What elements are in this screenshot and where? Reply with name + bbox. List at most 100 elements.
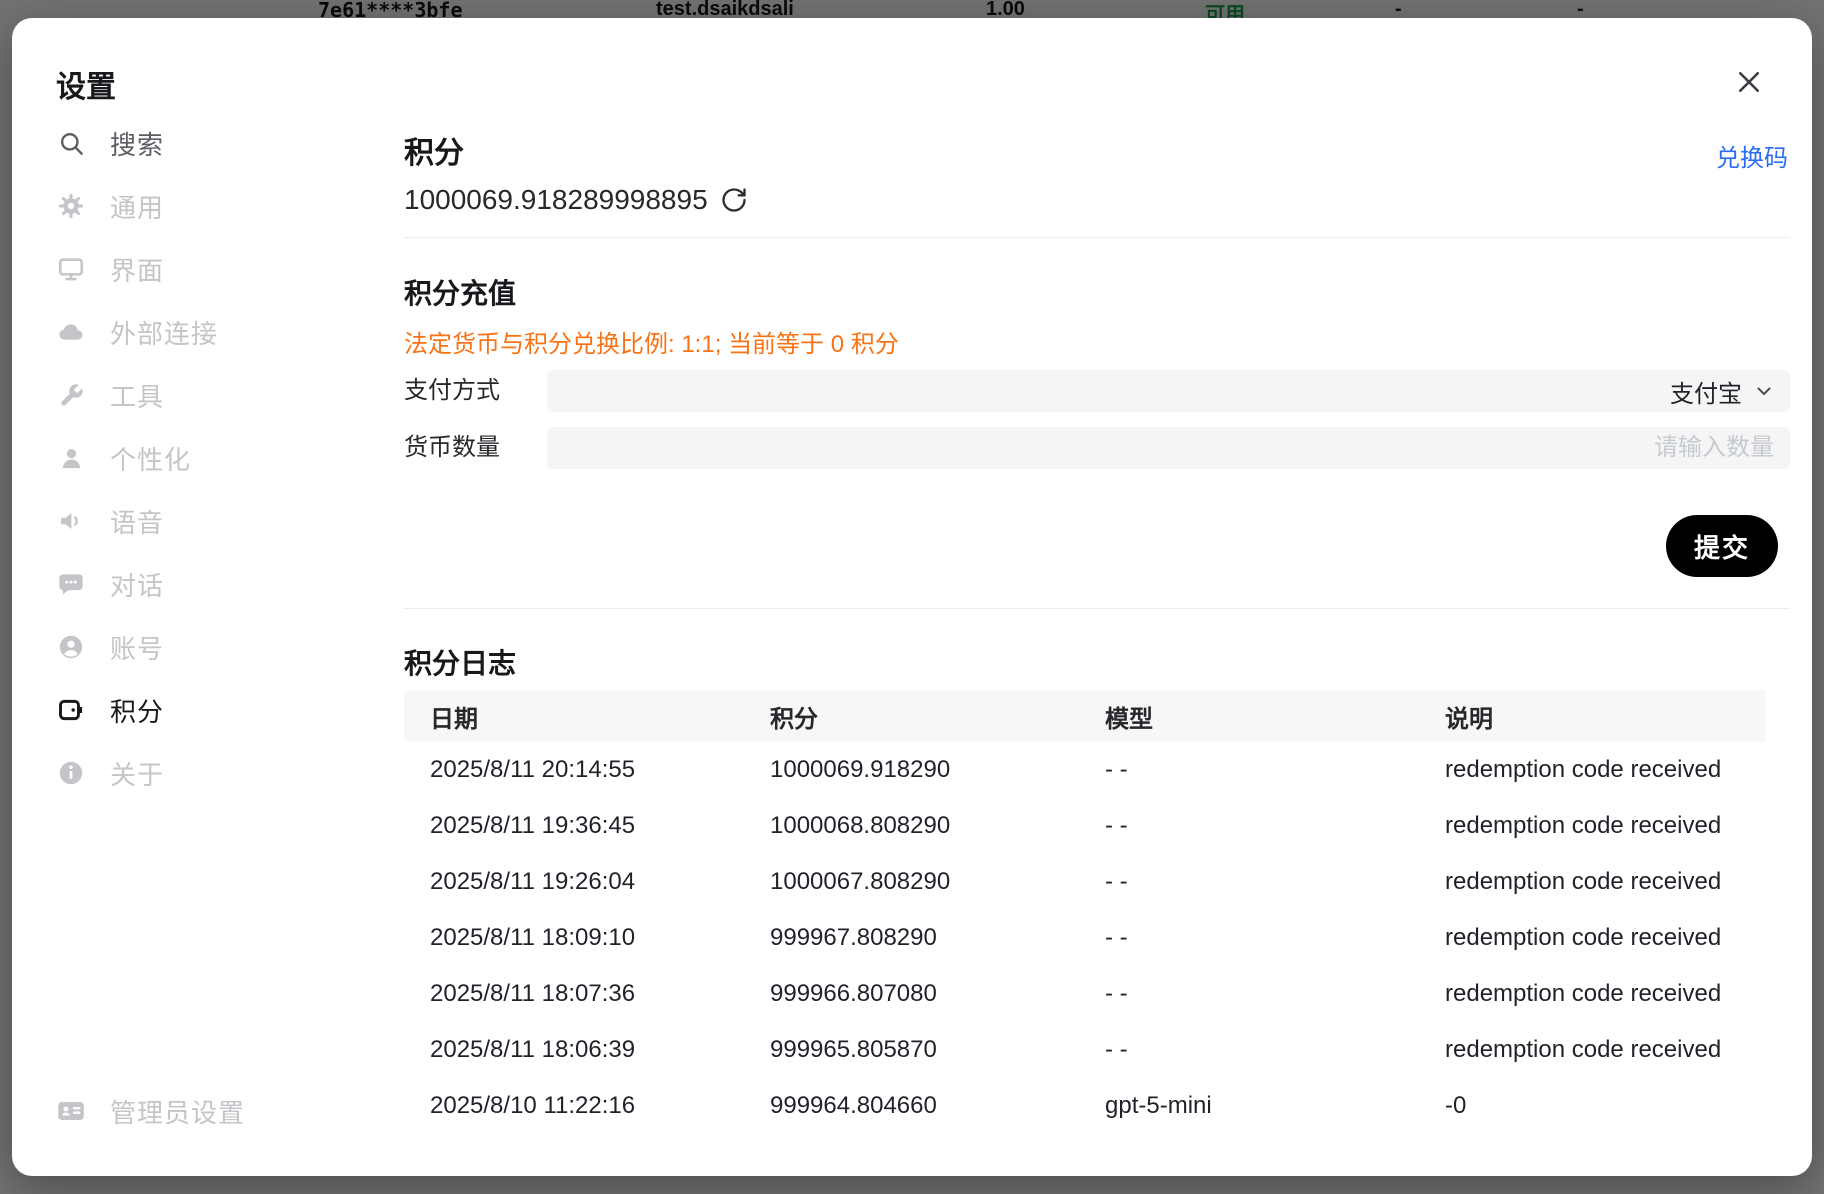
cell-model: - -: [1079, 1036, 1419, 1064]
cell-description: -0: [1419, 1092, 1766, 1120]
sidebar-item-label: 搜索: [110, 125, 164, 162]
column-header-model: 模型: [1079, 699, 1419, 734]
table-row: 2025/8/11 19:26:04 1000067.808290 - - re…: [404, 854, 1766, 910]
sidebar-item-interface[interactable]: 界面: [56, 248, 356, 290]
sidebar-item-label: 积分: [110, 692, 164, 729]
close-button[interactable]: [1734, 62, 1774, 102]
sidebar-item-label: 对话: [110, 566, 164, 603]
recharge-heading: 积分充值: [404, 272, 516, 312]
cloud-icon: [56, 317, 86, 347]
cell-points: 1000068.808290: [744, 812, 1079, 840]
cell-points: 999967.808290: [744, 924, 1079, 952]
points-log-heading: 积分日志: [404, 642, 516, 682]
cell-description: redemption code received: [1419, 980, 1766, 1008]
points-balance-row: 1000069.918289998895: [404, 184, 750, 216]
cell-date: 2025/8/10 11:22:16: [404, 1092, 744, 1120]
gear-icon: [56, 191, 86, 221]
cell-date: 2025/8/11 18:07:36: [404, 980, 744, 1008]
sidebar-item-points[interactable]: 积分: [56, 689, 356, 731]
cell-model: - -: [1079, 868, 1419, 896]
cell-date: 2025/8/11 20:14:55: [404, 756, 744, 784]
sidebar-item-label: 关于: [110, 755, 164, 792]
column-header-points: 积分: [744, 699, 1079, 734]
cell-model: - -: [1079, 756, 1419, 784]
table-header-row: 日期 积分 模型 说明: [404, 690, 1766, 742]
sidebar-item-label: 通用: [110, 188, 164, 225]
wrench-icon: [56, 380, 86, 410]
modal-title: 设置: [56, 62, 116, 106]
cell-date: 2025/8/11 19:36:45: [404, 812, 744, 840]
redeem-code-link[interactable]: 兑换码: [1716, 138, 1788, 173]
page: 7e61****3bfe test.dsaikdsali 1.00 可用 - -…: [0, 0, 1824, 1194]
sidebar-item-label: 外部连接: [110, 314, 218, 351]
sidebar-item-account[interactable]: 账号: [56, 626, 356, 668]
payment-method-value: 支付宝: [1670, 374, 1742, 409]
settings-sidebar: 搜索 通用: [56, 122, 356, 794]
table-row: 2025/8/11 18:09:10 999967.808290 - - red…: [404, 910, 1766, 966]
sidebar-item-connections[interactable]: 外部连接: [56, 311, 356, 353]
chat-icon: [56, 569, 86, 599]
sidebar-item-label: 账号: [110, 629, 164, 666]
sidebar-item-search[interactable]: 搜索: [56, 122, 356, 164]
refresh-balance-button[interactable]: [720, 185, 750, 215]
currency-amount-input[interactable]: [547, 427, 1790, 469]
sidebar-item-voice[interactable]: 语音: [56, 500, 356, 542]
table-row: 2025/8/11 20:14:55 1000069.918290 - - re…: [404, 742, 1766, 798]
cell-date: 2025/8/11 18:09:10: [404, 924, 744, 952]
cell-model: - -: [1079, 812, 1419, 840]
sidebar-footer: 管理员设置: [56, 1090, 245, 1132]
submit-button[interactable]: 提交: [1666, 515, 1778, 577]
cell-description: redemption code received: [1419, 1036, 1766, 1064]
sidebar-item-about[interactable]: 关于: [56, 752, 356, 794]
cell-points: 1000069.918290: [744, 756, 1079, 784]
search-icon: [56, 128, 86, 158]
chevron-down-icon: [1752, 379, 1776, 403]
table-row: 2025/8/11 18:07:36 999966.807080 - - red…: [404, 966, 1766, 1022]
close-icon: [1734, 67, 1774, 97]
monitor-icon: [56, 254, 86, 284]
cell-description: redemption code received: [1419, 868, 1766, 896]
info-icon: [56, 758, 86, 788]
column-header-description: 说明: [1419, 699, 1766, 734]
person-icon: [56, 443, 86, 473]
wallet-icon: [56, 695, 86, 725]
speaker-icon: [56, 506, 86, 536]
column-header-date: 日期: [404, 699, 744, 734]
cell-model: - -: [1079, 924, 1419, 952]
cell-model: - -: [1079, 980, 1419, 1008]
cell-points: 1000067.808290: [744, 868, 1079, 896]
account-icon: [56, 632, 86, 662]
cell-model: gpt-5-mini: [1079, 1092, 1419, 1120]
payment-method-select[interactable]: 支付宝: [547, 370, 1790, 412]
points-balance: 1000069.918289998895: [404, 184, 708, 216]
currency-amount-label: 货币数量: [404, 427, 554, 469]
cell-points: 999964.804660: [744, 1092, 1079, 1120]
sidebar-item-label: 界面: [110, 251, 164, 288]
divider: [404, 608, 1790, 609]
sidebar-item-label: 管理员设置: [110, 1093, 245, 1130]
sidebar-item-general[interactable]: 通用: [56, 185, 356, 227]
exchange-rate-notice: 法定货币与积分兑换比例: 1:1; 当前等于 0 积分: [404, 324, 899, 359]
points-log-table: 日期 积分 模型 说明 2025/8/11 20:14:55 1000069.9…: [404, 690, 1766, 1134]
payment-method-label: 支付方式: [404, 370, 554, 412]
sidebar-item-label: 工具: [110, 377, 164, 414]
sidebar-item-personalization[interactable]: 个性化: [56, 437, 356, 479]
cell-points: 999965.805870: [744, 1036, 1079, 1064]
cell-date: 2025/8/11 18:06:39: [404, 1036, 744, 1064]
cell-points: 999966.807080: [744, 980, 1079, 1008]
table-row: 2025/8/11 19:36:45 1000068.808290 - - re…: [404, 798, 1766, 854]
sidebar-item-label: 个性化: [110, 440, 191, 477]
sidebar-item-chat[interactable]: 对话: [56, 563, 356, 605]
refresh-icon: [720, 186, 750, 214]
id-card-icon: [56, 1096, 86, 1126]
sidebar-item-admin-settings[interactable]: 管理员设置: [56, 1090, 245, 1132]
table-row: 2025/8/10 11:22:16 999964.804660 gpt-5-m…: [404, 1078, 1766, 1134]
cell-description: redemption code received: [1419, 812, 1766, 840]
cell-description: redemption code received: [1419, 756, 1766, 784]
cell-date: 2025/8/11 19:26:04: [404, 868, 744, 896]
cell-description: redemption code received: [1419, 924, 1766, 952]
sidebar-item-tools[interactable]: 工具: [56, 374, 356, 416]
divider: [404, 237, 1790, 238]
table-row: 2025/8/11 18:06:39 999965.805870 - - red…: [404, 1022, 1766, 1078]
settings-modal: 设置 搜索: [12, 18, 1812, 1176]
